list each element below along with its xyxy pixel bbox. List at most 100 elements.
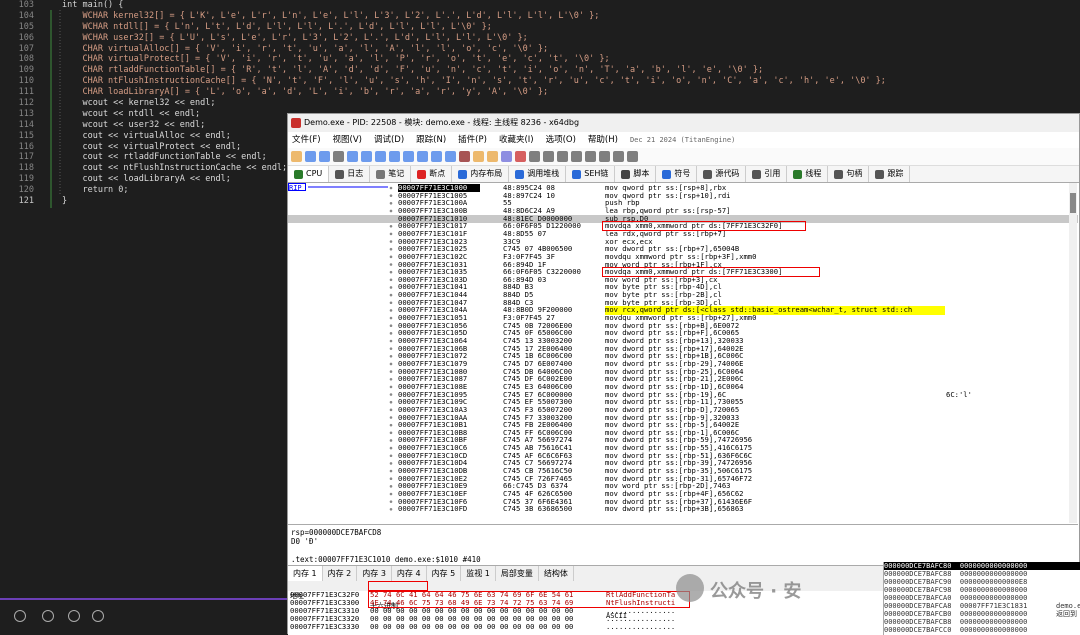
- scroll-thumb[interactable]: [1070, 193, 1076, 213]
- tab-breakpoint[interactable]: 断点: [411, 166, 453, 182]
- menu-item[interactable]: 帮助(H): [588, 132, 618, 148]
- execute-till-return-icon[interactable]: [445, 151, 456, 162]
- code-line[interactable]: CHAR virtualProtect[] = { 'V', 'i', 'r',…: [62, 54, 886, 65]
- stop-icon[interactable]: [333, 151, 344, 162]
- code-line[interactable]: int main() {: [62, 0, 886, 11]
- stack-row[interactable]: 000000DCE7BAFCB0 0000000000000000: [884, 610, 1080, 618]
- code-line[interactable]: WCHAR kernel32[] = { L'K', L'e', L'r', L…: [62, 11, 886, 22]
- patch-icon[interactable]: [473, 151, 484, 162]
- step-over-icon[interactable]: [389, 151, 400, 162]
- line-number: 116: [18, 141, 34, 152]
- dump-ascii: ................: [606, 622, 676, 631]
- settings-icon[interactable]: [92, 610, 104, 622]
- code-line[interactable]: CHAR loadLibraryA[] = { 'L', 'o', 'a', '…: [62, 87, 886, 98]
- line-number: 112: [18, 98, 34, 109]
- code-line[interactable]: wcout << kernel32 << endl;: [62, 98, 886, 109]
- tab-call-stack[interactable]: 调用堆栈: [509, 166, 567, 182]
- mem-tab[interactable]: 内存 4: [392, 566, 427, 581]
- dump-row[interactable]: 00007FF71E3C3330 00 00 00 00 00 00 00 00 …: [288, 623, 883, 631]
- code-line[interactable]: WCHAR user32[] = { L'U', L's', L'e', L'r…: [62, 33, 886, 44]
- run-icon[interactable]: [347, 151, 358, 162]
- mem-tab[interactable]: 内存 5: [427, 566, 462, 581]
- line-number: 119: [18, 174, 34, 185]
- comment-icon[interactable]: [487, 151, 498, 162]
- tab-source[interactable]: 源代码: [697, 166, 747, 182]
- stack-row[interactable]: 000000DCE7BAFC90 00000000000000E8: [884, 578, 1080, 586]
- warning-icon[interactable]: [42, 610, 54, 622]
- menu-item[interactable]: 视图(V): [333, 132, 362, 148]
- stack-row[interactable]: 000000DCE7BAFCA0 0000000000000000: [884, 594, 1080, 602]
- info-icon[interactable]: [68, 610, 80, 622]
- trace-into-icon[interactable]: [403, 151, 414, 162]
- tab-trace[interactable]: 跟踪: [869, 166, 911, 182]
- line-number: 118: [18, 163, 34, 174]
- tab-label: 日志: [347, 169, 364, 178]
- tab-cpu[interactable]: CPU: [288, 166, 330, 182]
- calculator-icon[interactable]: [557, 151, 568, 162]
- breakpoint-icon[interactable]: [459, 151, 470, 162]
- tab-symbol[interactable]: 符号: [656, 166, 698, 182]
- tab-seh[interactable]: SEH链: [566, 166, 616, 182]
- tab-memory-map[interactable]: 内存布局: [452, 166, 510, 182]
- code-line[interactable]: CHAR virtualAlloc[] = { 'V', 'i', 'r', '…: [62, 44, 886, 55]
- stack-row[interactable]: 000000DCE7BAFCC0 0000000000000000: [884, 626, 1080, 634]
- mem-tab[interactable]: 结构体: [539, 566, 574, 581]
- thread-icon[interactable]: [613, 151, 624, 162]
- restart-icon[interactable]: [305, 151, 316, 162]
- bookmark-icon[interactable]: [515, 151, 526, 162]
- settings-icon[interactable]: [571, 151, 582, 162]
- label-icon[interactable]: [501, 151, 512, 162]
- menu-item[interactable]: 插件(P): [458, 132, 487, 148]
- step-into-icon[interactable]: [375, 151, 386, 162]
- tab-label: 句柄: [846, 169, 863, 178]
- code-line[interactable]: CHAR ntFlushInstructionCache[] = { 'N', …: [62, 76, 885, 87]
- tab-label: 内存布局: [470, 169, 503, 178]
- script-icon[interactable]: [585, 151, 596, 162]
- mem-tab[interactable]: 监视 1: [461, 566, 496, 581]
- trace-over-icon[interactable]: [417, 151, 428, 162]
- mem-tab[interactable]: 内存 2: [323, 566, 358, 581]
- stack-row[interactable]: 000000DCE7BAFC88 0000000000000000: [884, 570, 1080, 578]
- disassembly-scrollbar[interactable]: [1069, 183, 1077, 523]
- hash-icon[interactable]: [543, 151, 554, 162]
- mem-tab[interactable]: 局部变量: [496, 566, 539, 581]
- menu-item[interactable]: 调试(D): [374, 132, 404, 148]
- line-number: 120: [18, 185, 34, 196]
- build-date: Dec 21 2024 (TitanEngine): [629, 136, 736, 144]
- tab-label: 脚本: [633, 169, 650, 178]
- menu-item[interactable]: 文件(F): [292, 132, 321, 148]
- menu-item[interactable]: 跟踪(N): [416, 132, 446, 148]
- seh-icon: [572, 169, 582, 179]
- mem-tab[interactable]: 内存 3: [357, 566, 392, 581]
- pause-icon[interactable]: [361, 151, 372, 162]
- code-line[interactable]: WCHAR ntdll[] = { L'n', L't', L'd', L'l'…: [62, 22, 886, 33]
- mem-tab[interactable]: 内存 1: [288, 566, 323, 581]
- tab-label: 源代码: [715, 169, 740, 178]
- tab-log[interactable]: 日志: [329, 166, 371, 182]
- tab-label: 引用: [764, 169, 781, 178]
- tab-notes[interactable]: 笔记: [370, 166, 412, 182]
- error-icon[interactable]: [14, 610, 26, 622]
- function-icon[interactable]: [529, 151, 540, 162]
- tab-label: CPU: [306, 169, 323, 178]
- close-icon[interactable]: [319, 151, 330, 162]
- tab-reference[interactable]: 引用: [746, 166, 788, 182]
- stack-view[interactable]: 000000DCE7BAFC80 0000000000000000 000000D…: [883, 562, 1080, 635]
- menu-item[interactable]: 收藏夹(I): [499, 132, 534, 148]
- tab-script[interactable]: 脚本: [615, 166, 657, 182]
- code-line[interactable]: CHAR rtladdFunctionTable[] = { 'R', 't',…: [62, 65, 886, 76]
- run-to-user-icon[interactable]: [431, 151, 442, 162]
- disassembly-view[interactable]: RIP 00007FF71E3C1000 48:895C24 08 mov qwor…: [288, 183, 1078, 523]
- disasm-row[interactable]: 00007FF71E3C10FD C745 3B 63686500 mov dwor…: [288, 504, 1078, 513]
- menu-item[interactable]: 选项(O): [546, 132, 576, 148]
- tab-handle[interactable]: 句柄: [828, 166, 870, 182]
- stack-row[interactable]: 000000DCE7BAFC98 0000000000000000: [884, 586, 1080, 594]
- stack-row[interactable]: 000000DCE7BAFCA8 00007FF71E3C1831: [884, 602, 1080, 610]
- watermark-text: 公众号 · 安: [710, 581, 802, 602]
- stack-row[interactable]: 000000DCE7BAFC80 0000000000000000: [884, 562, 1080, 570]
- log-icon[interactable]: [599, 151, 610, 162]
- stack-row[interactable]: 000000DCE7BAFCB8 0000000000000000: [884, 618, 1080, 626]
- open-icon[interactable]: [291, 151, 302, 162]
- tab-thread[interactable]: 线程: [787, 166, 829, 182]
- handle-icon[interactable]: [627, 151, 638, 162]
